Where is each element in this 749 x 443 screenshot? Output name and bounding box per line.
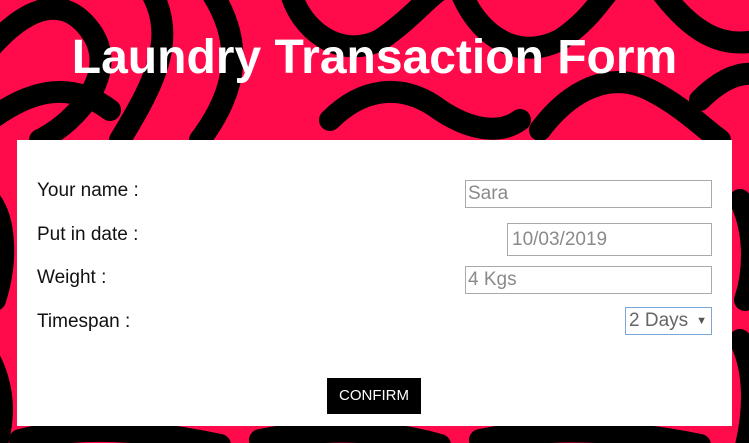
- name-label: Your name :: [37, 180, 139, 201]
- chevron-down-icon: ▼: [696, 315, 707, 327]
- date-input[interactable]: [507, 223, 712, 256]
- form-panel: Your name : Put in date : Weight : Times…: [17, 140, 732, 426]
- timespan-label: Timespan :: [37, 311, 131, 332]
- name-input[interactable]: [465, 180, 712, 208]
- confirm-button[interactable]: CONFIRM: [327, 378, 421, 414]
- date-label: Put in date :: [37, 224, 139, 245]
- timespan-selected-value: 2 Days: [629, 310, 689, 331]
- timespan-select[interactable]: 2 Days ▼: [625, 307, 712, 335]
- weight-input[interactable]: [465, 266, 712, 294]
- page-title: Laundry Transaction Form: [71, 31, 678, 84]
- weight-label: Weight :: [37, 267, 107, 288]
